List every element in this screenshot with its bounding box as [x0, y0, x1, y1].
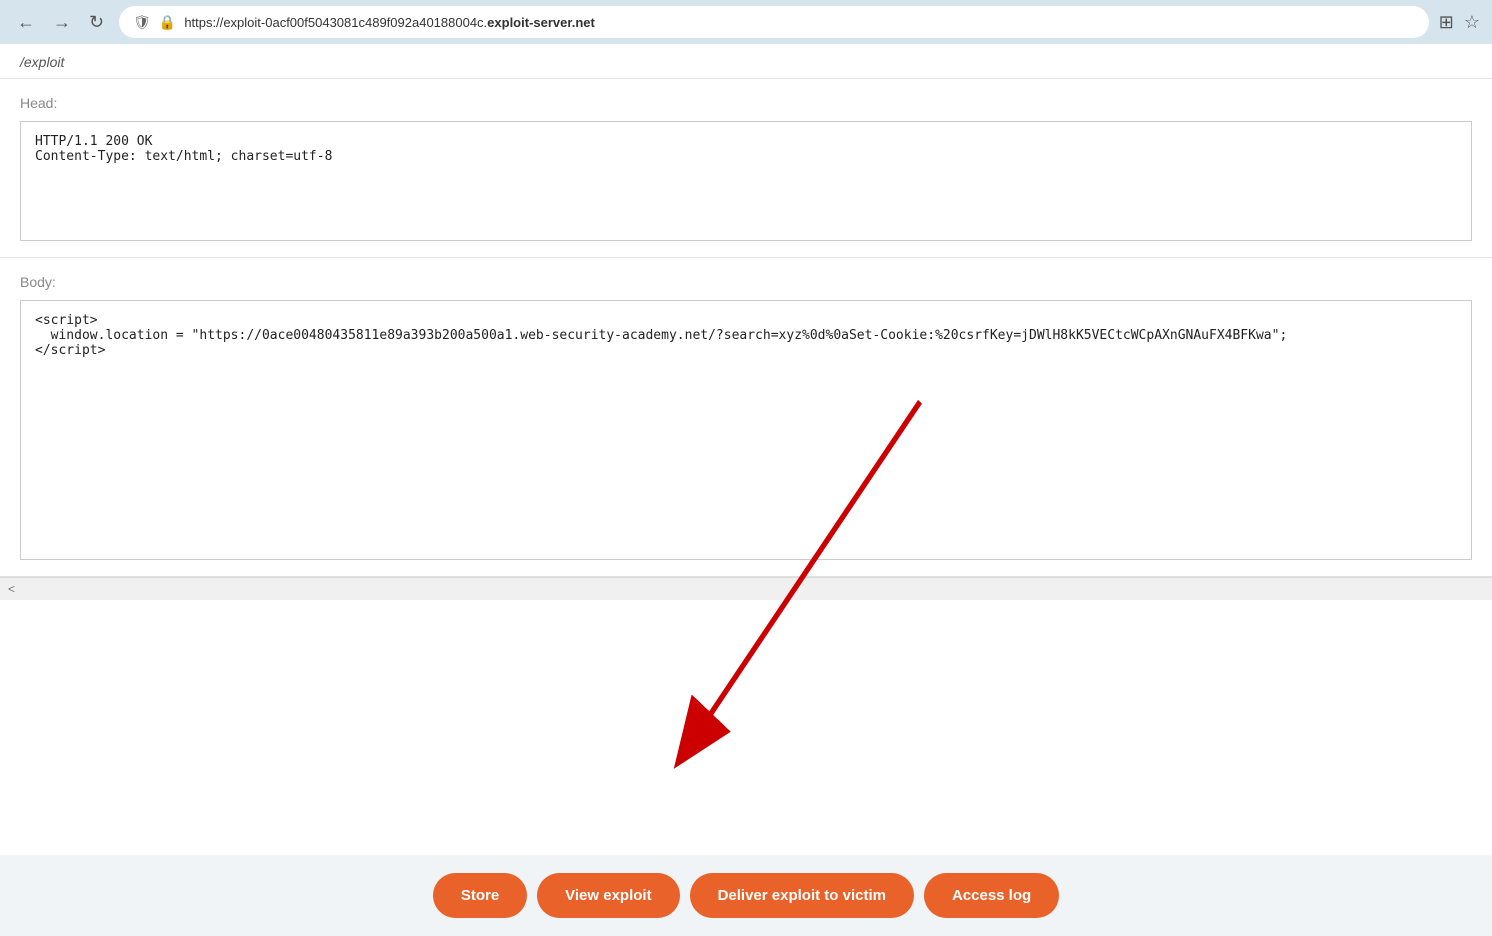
- deliver-exploit-button[interactable]: Deliver exploit to victim: [690, 873, 914, 918]
- url-text: https://exploit-0acf00f5043081c489f092a4…: [184, 15, 1414, 30]
- bookmark-icon[interactable]: ☆: [1464, 12, 1480, 33]
- shield-icon: 🛡: [133, 14, 151, 31]
- body-section: Body: <script> window.location = "https:…: [0, 258, 1492, 577]
- lock-icon: 🔒: [159, 14, 176, 31]
- address-bar[interactable]: 🛡 🔒 https://exploit-0acf00f5043081c489f0…: [119, 6, 1429, 38]
- head-section: Head: HTTP/1.1 200 OK Content-Type: text…: [0, 79, 1492, 258]
- exploit-path: /exploit: [20, 54, 64, 70]
- reload-icon: ↻: [89, 12, 104, 33]
- browser-toolbar-icons: ⊞ ☆: [1439, 12, 1480, 33]
- content-wrapper: /exploit Head: HTTP/1.1 200 OK Content-T…: [0, 44, 1492, 855]
- browser-chrome: ← → ↻ 🛡 🔒 https://exploit-0acf00f5043081…: [0, 0, 1492, 44]
- nav-buttons: ← → ↻: [12, 10, 109, 35]
- main-area: /exploit Head: HTTP/1.1 200 OK Content-T…: [0, 44, 1492, 936]
- body-content[interactable]: <script> window.location = "https://0ace…: [20, 300, 1472, 560]
- store-button[interactable]: Store: [433, 873, 527, 918]
- head-label: Head:: [20, 95, 1472, 111]
- forward-button[interactable]: →: [48, 10, 76, 35]
- scrollbar-hint: <: [0, 577, 1492, 600]
- head-content[interactable]: HTTP/1.1 200 OK Content-Type: text/html;…: [20, 121, 1472, 241]
- bottom-bar: Store View exploit Deliver exploit to vi…: [0, 855, 1492, 936]
- access-log-button[interactable]: Access log: [924, 873, 1059, 918]
- qr-icon[interactable]: ⊞: [1439, 12, 1454, 33]
- back-button[interactable]: ←: [12, 10, 40, 35]
- content-and-arrow: /exploit Head: HTTP/1.1 200 OK Content-T…: [0, 44, 1492, 855]
- view-exploit-button[interactable]: View exploit: [537, 873, 679, 918]
- forward-icon: →: [53, 12, 71, 33]
- top-partial-section: /exploit: [0, 44, 1492, 79]
- body-label: Body:: [20, 274, 1472, 290]
- back-icon: ←: [17, 12, 35, 33]
- reload-button[interactable]: ↻: [84, 10, 109, 35]
